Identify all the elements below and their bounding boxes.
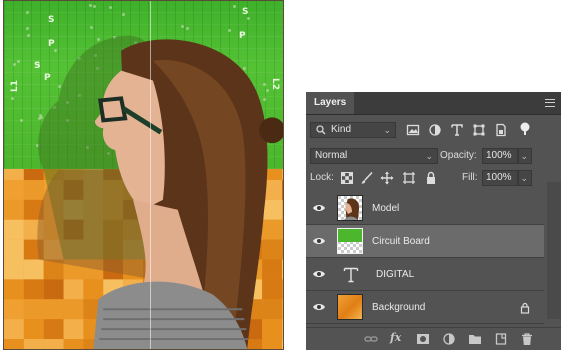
layer-row-circuit-board[interactable]: Circuit Board bbox=[306, 225, 544, 258]
layer-name[interactable]: Background bbox=[372, 291, 425, 324]
kind-filter-dropdown[interactable]: Kind ⌄ bbox=[310, 122, 396, 138]
visibility-eye-icon[interactable] bbox=[312, 268, 326, 280]
layers-panel: Layers Kind ⌄ Normal ⌄ Opacity: 100% ⌄ L… bbox=[306, 92, 561, 350]
lock-transparency-icon[interactable] bbox=[340, 171, 354, 185]
chevron-down-icon: ⌄ bbox=[520, 151, 528, 161]
opacity-label: Opacity: bbox=[440, 150, 477, 161]
fill-dropdown[interactable]: ⌄ bbox=[518, 170, 532, 186]
tab-layers[interactable]: Layers bbox=[306, 92, 355, 114]
blend-mode-dropdown[interactable]: Normal ⌄ bbox=[310, 148, 438, 164]
smart-object-filter-icon[interactable] bbox=[494, 123, 508, 137]
layers-scrollbar[interactable] bbox=[547, 182, 561, 319]
layer-thumbnail bbox=[337, 294, 363, 320]
chevron-down-icon: ⌄ bbox=[383, 125, 391, 135]
fill-label: Fill: bbox=[462, 172, 478, 183]
filter-toggle-icon[interactable] bbox=[518, 122, 532, 136]
pixel-filter-icon[interactable] bbox=[406, 123, 420, 137]
type-filter-icon[interactable] bbox=[450, 123, 464, 137]
fx-icon[interactable]: fx bbox=[390, 331, 404, 345]
adjustment-filter-icon[interactable] bbox=[428, 123, 442, 137]
panel-header: Layers bbox=[306, 92, 561, 115]
opacity-dropdown[interactable]: ⌄ bbox=[518, 148, 532, 164]
chevron-down-icon: ⌄ bbox=[520, 173, 528, 183]
document-canvas[interactable]: S P S P L1 L2 P S bbox=[3, 0, 284, 350]
visibility-eye-icon[interactable] bbox=[312, 301, 326, 313]
shape-filter-icon[interactable] bbox=[472, 123, 486, 137]
layer-thumbnail bbox=[337, 195, 363, 221]
new-layer-icon[interactable] bbox=[494, 332, 508, 346]
chevron-down-icon: ⌄ bbox=[425, 151, 433, 161]
opacity-input[interactable]: 100% bbox=[482, 148, 518, 164]
link-icon[interactable] bbox=[364, 332, 378, 346]
fill-input[interactable]: 100% bbox=[482, 170, 518, 186]
opacity-value: 100% bbox=[486, 150, 512, 161]
layer-name[interactable]: Model bbox=[372, 192, 399, 225]
layer-row-digital[interactable]: DIGITAL bbox=[306, 258, 544, 291]
blend-row: Normal ⌄ Opacity: 100% ⌄ bbox=[306, 146, 561, 168]
lock-icon[interactable] bbox=[520, 302, 530, 314]
group-icon[interactable] bbox=[468, 332, 482, 346]
mask-icon[interactable] bbox=[416, 332, 430, 346]
visibility-eye-icon[interactable] bbox=[312, 235, 326, 247]
lock-position-icon[interactable] bbox=[380, 171, 394, 185]
text-layer-icon bbox=[343, 267, 359, 283]
model-figure bbox=[37, 35, 283, 349]
lock-row: Lock: Fill: 100% ⌄ bbox=[306, 168, 561, 190]
layer-name[interactable]: Circuit Board bbox=[372, 225, 430, 258]
layer-thumbnail bbox=[337, 228, 363, 254]
layer-name[interactable]: DIGITAL bbox=[376, 258, 414, 291]
panel-menu-icon[interactable] bbox=[545, 99, 555, 107]
layer-row-model[interactable]: Model bbox=[306, 192, 544, 225]
panel-footer: fx bbox=[306, 327, 561, 350]
search-icon bbox=[316, 125, 326, 135]
blend-mode-value: Normal bbox=[315, 150, 348, 161]
kind-label: Kind bbox=[331, 124, 352, 135]
lock-all-icon[interactable] bbox=[424, 171, 438, 185]
lock-label: Lock: bbox=[310, 172, 334, 183]
guide-line bbox=[150, 1, 151, 349]
trash-icon[interactable] bbox=[520, 332, 534, 346]
layer-row-background[interactable]: Background bbox=[306, 291, 544, 324]
visibility-eye-icon[interactable] bbox=[312, 202, 326, 214]
lock-image-pixels-icon[interactable] bbox=[360, 171, 374, 185]
filter-row: Kind ⌄ bbox=[306, 120, 561, 142]
adjustment-icon[interactable] bbox=[442, 332, 456, 346]
artboard-lock-icon[interactable] bbox=[402, 171, 416, 185]
fill-value: 100% bbox=[486, 172, 512, 183]
